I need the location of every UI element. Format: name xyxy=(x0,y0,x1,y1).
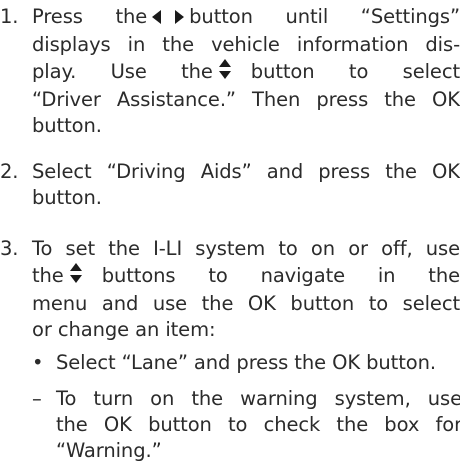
dash-marker: – xyxy=(32,387,42,410)
manual-page: 1. Press the button until “Settings” disp… xyxy=(0,0,460,466)
step-number: 2. xyxy=(0,160,19,183)
text-line: “Driver Assistance.” Then press the OK xyxy=(32,88,460,111)
up-down-arrows-icon xyxy=(68,262,98,291)
bullet-text: Select “Lane” and press the OK button. xyxy=(56,351,436,374)
step-text: Press the button until “Settings” display… xyxy=(32,4,460,139)
text-line: To set the I-LI system to on or off, use xyxy=(32,237,460,260)
text-segment: the xyxy=(32,264,64,287)
text-line: displays in the vehicle information dis- xyxy=(32,33,460,56)
text-line: To turn on the warning system, use xyxy=(56,387,460,410)
left-right-arrows-icon xyxy=(151,6,185,32)
step-number: 3. xyxy=(0,237,19,260)
text-line: play. Use the button to select xyxy=(32,58,460,87)
dash-text: To turn on the warning system, use the O… xyxy=(56,386,460,464)
text-line: or change an item: xyxy=(32,318,216,341)
text-segment: play. Use the xyxy=(32,60,213,83)
text-segment: Press the xyxy=(32,5,148,28)
text-line: Press the button until “Settings” xyxy=(32,4,460,32)
text-line: button. xyxy=(32,186,102,209)
up-down-arrows-icon xyxy=(217,58,247,87)
text-line: button. xyxy=(32,114,102,137)
step-text: Select “Driving Aids” and press the OK b… xyxy=(32,159,460,211)
text-line: menu and use the OK button to select xyxy=(32,292,460,315)
text-segment: button to select xyxy=(250,60,460,83)
text-line: the buttons to navigate in the xyxy=(32,262,460,291)
bullet-marker: • xyxy=(32,351,44,374)
step-number: 1. xyxy=(0,5,19,28)
text-segment: button until “Settings” xyxy=(189,5,460,28)
step-text: To set the I-LI system to on or off, use… xyxy=(32,236,460,343)
text-line: Select “Driving Aids” and press the OK xyxy=(32,160,460,183)
text-line: the OK button to check the box for xyxy=(56,413,460,436)
text-line: “Warning.” xyxy=(56,439,162,462)
text-segment: buttons to navigate in the xyxy=(101,264,460,287)
